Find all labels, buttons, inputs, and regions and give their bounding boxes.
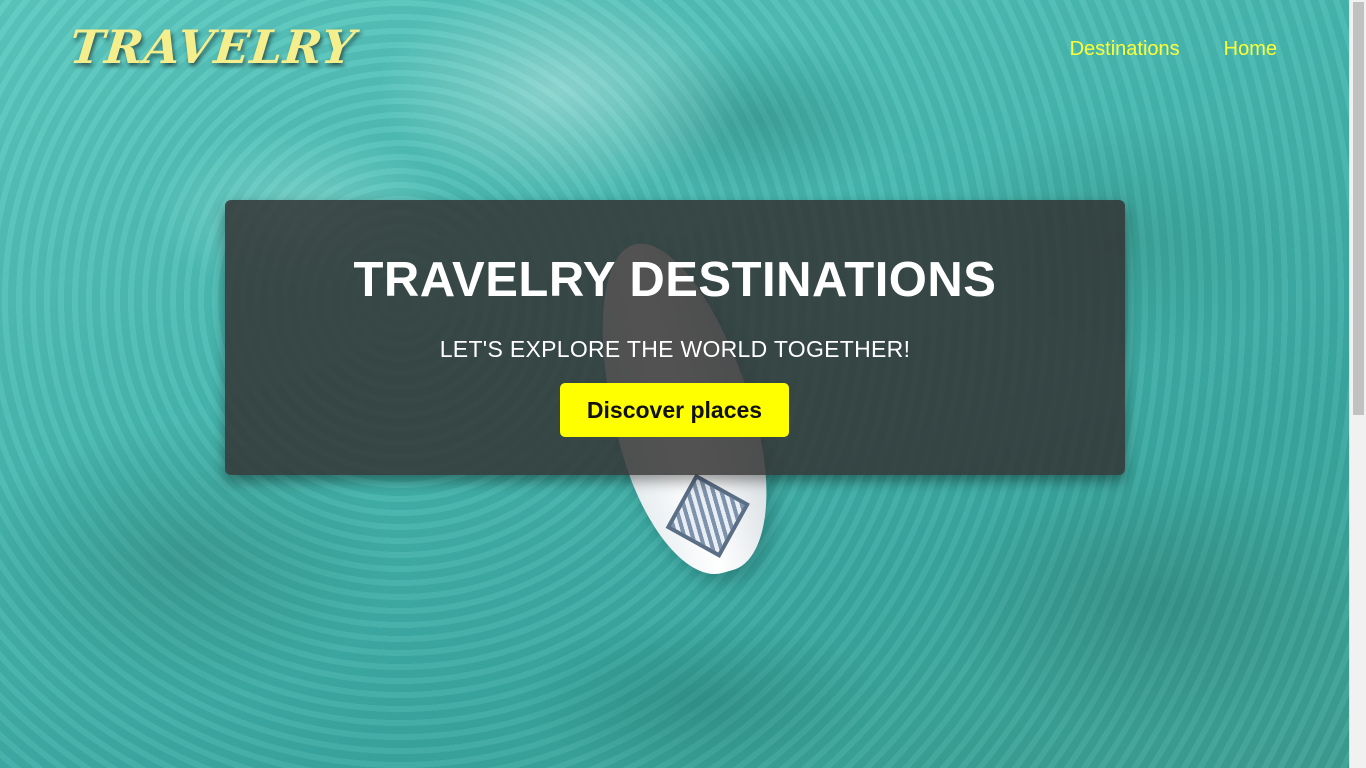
page-scrollbar[interactable]: [1349, 0, 1366, 768]
discover-places-button[interactable]: Discover places: [560, 383, 789, 437]
navbar: TRAVELRY Destinations Home: [0, 0, 1349, 100]
board-logo-graphic: [665, 473, 750, 558]
scrollbar-thumb[interactable]: [1353, 2, 1364, 415]
brand-logo[interactable]: TRAVELRY: [67, 20, 358, 74]
hero-card: TRAVELRY DESTINATIONS LET'S EXPLORE THE …: [225, 200, 1125, 475]
nav-link-home[interactable]: Home: [1224, 38, 1277, 61]
nav-link-destinations[interactable]: Destinations: [1070, 38, 1180, 61]
hero-subtitle: LET'S EXPLORE THE WORLD TOGETHER!: [439, 336, 911, 362]
hero-title: TRAVELRY DESTINATIONS: [353, 253, 997, 307]
nav-links: Destinations Home: [1070, 38, 1277, 61]
